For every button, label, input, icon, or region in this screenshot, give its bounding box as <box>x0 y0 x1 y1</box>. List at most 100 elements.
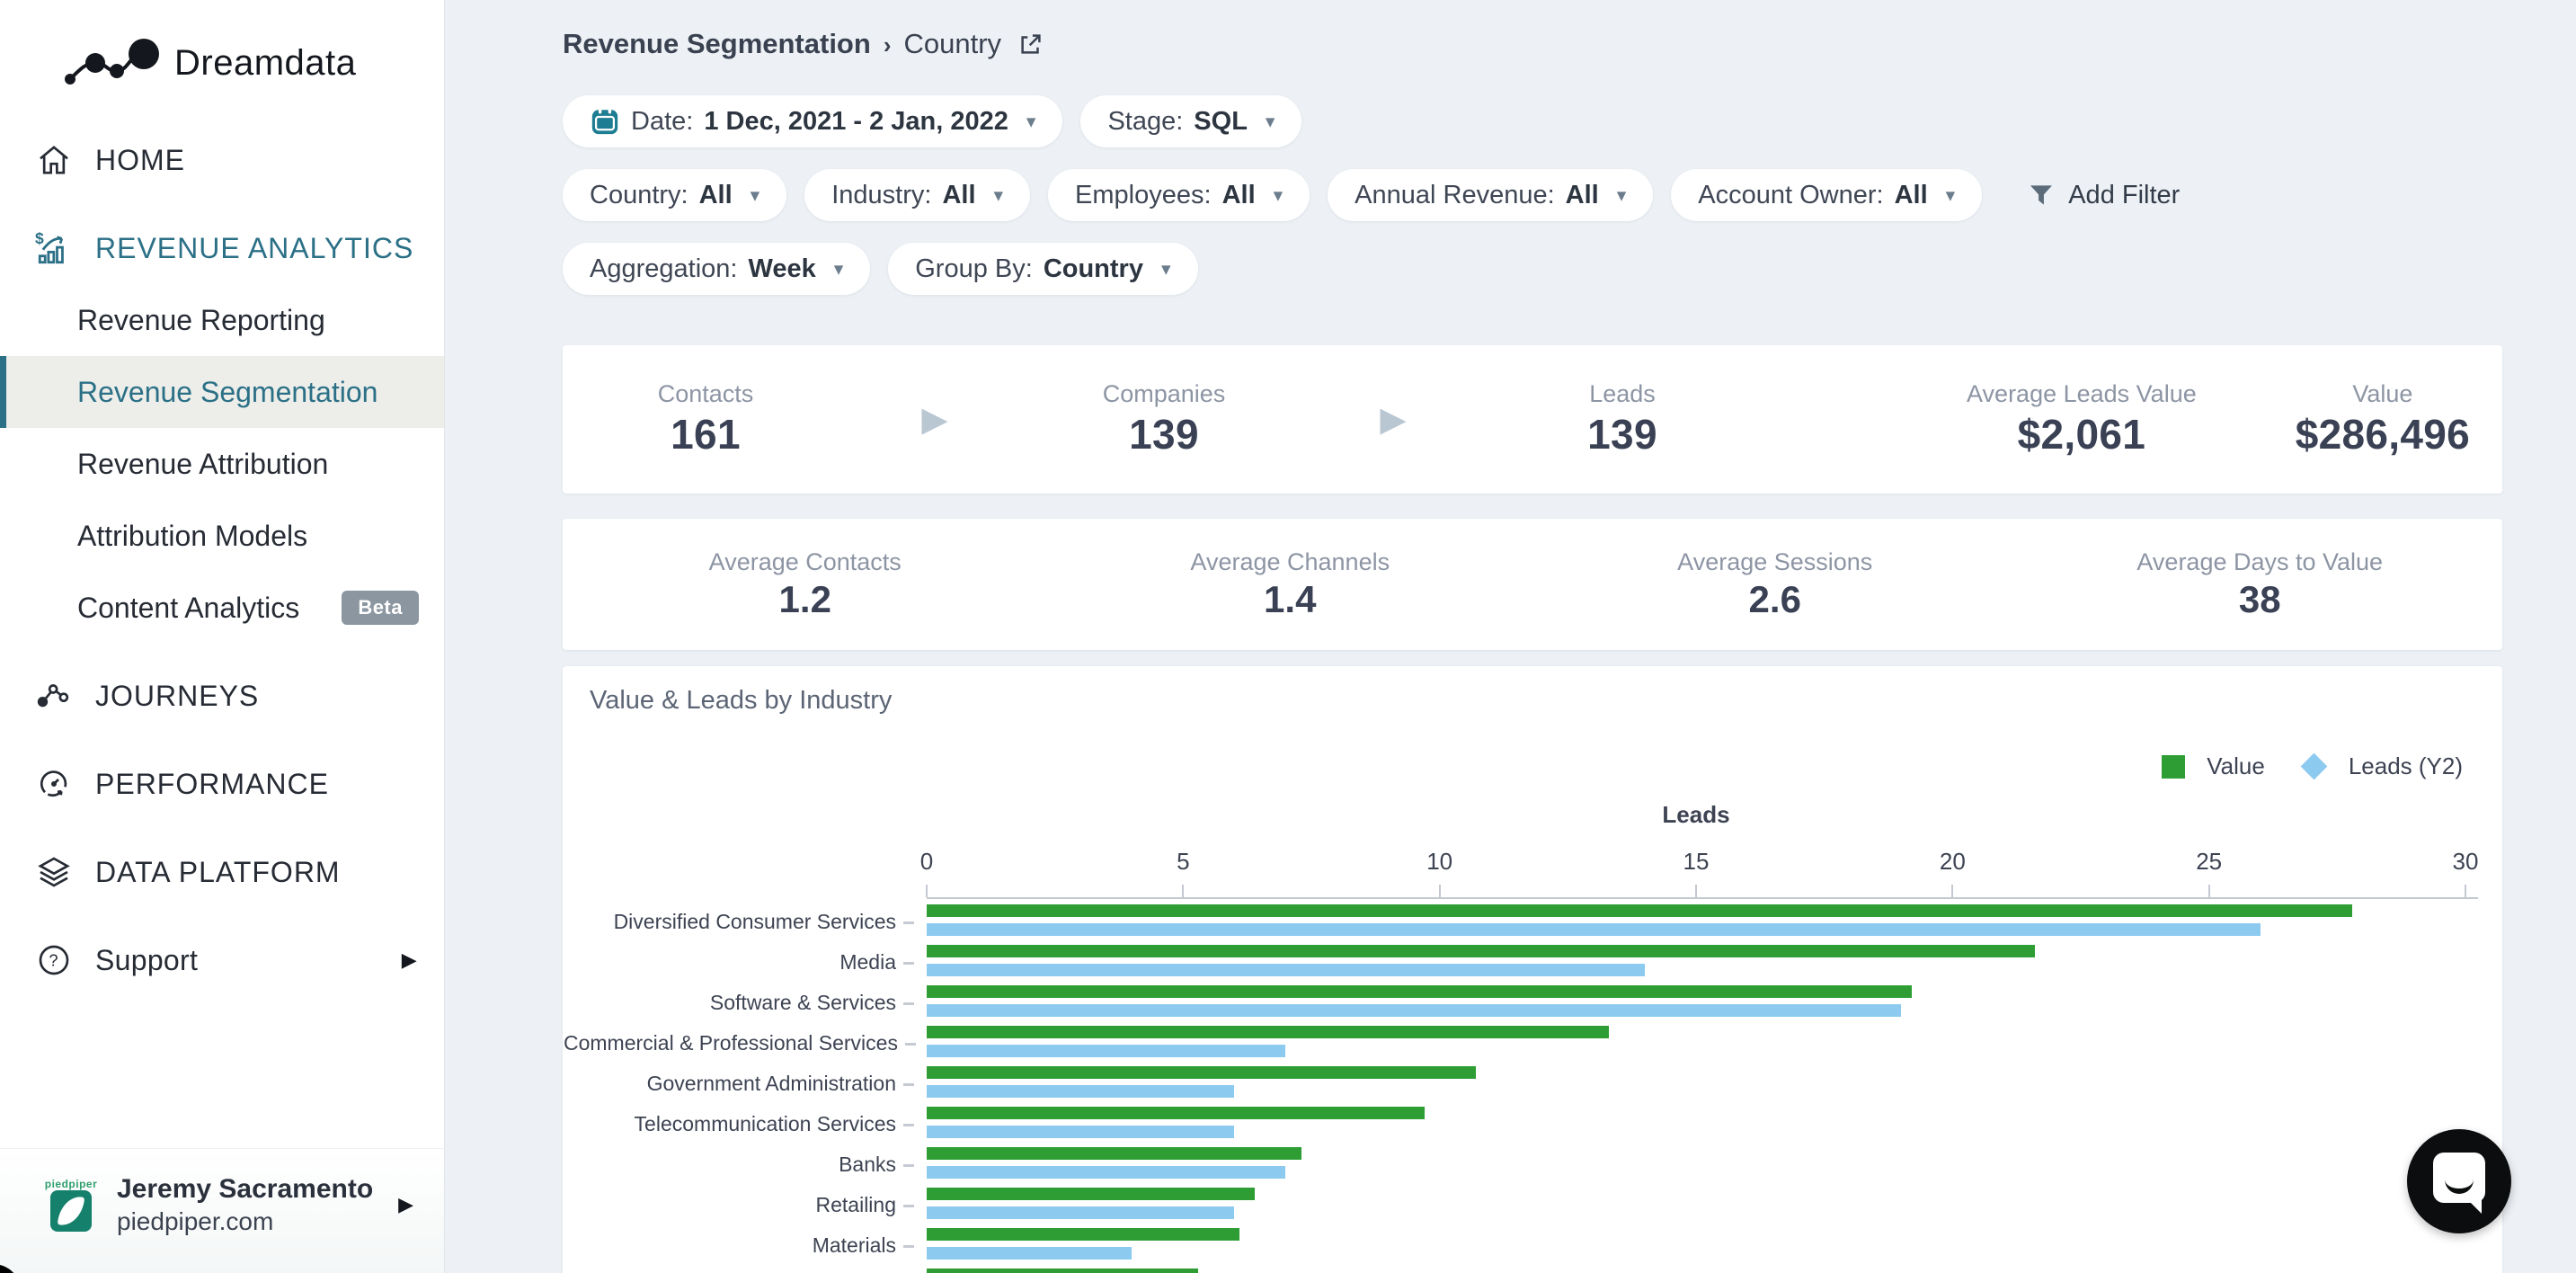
industry-filter[interactable]: Industry: All ▾ <box>804 169 1030 221</box>
chart-row: Government Administration <box>927 1064 2465 1104</box>
user-name: Jeremy Sacramento <box>117 1172 373 1206</box>
chevron-down-icon: ▾ <box>1274 184 1284 207</box>
chat-launcher-button[interactable] <box>2407 1129 2511 1233</box>
sidebar-item-revenue-reporting[interactable]: Revenue Reporting <box>0 284 444 356</box>
sidebar-subitem-label: Attribution Models <box>77 520 307 553</box>
leads-bar[interactable] <box>927 1004 1901 1017</box>
add-filter-button[interactable]: Add Filter <box>2021 180 2185 211</box>
leads-bar[interactable] <box>927 964 1645 976</box>
chart-row: Consumer Services <box>927 1266 2465 1273</box>
sidebar-subitem-label: Content Analytics <box>77 592 299 625</box>
external-link-icon[interactable] <box>1017 31 1044 58</box>
filter-label: Account Owner: <box>1698 181 1883 210</box>
chart-title: Value & Leads by Industry <box>590 686 892 716</box>
leads-bar[interactable] <box>927 1247 1132 1260</box>
x-axis-tickmarks <box>927 885 2465 897</box>
support-icon: ? <box>34 940 74 980</box>
breadcrumb-parent[interactable]: Revenue Segmentation <box>563 28 871 60</box>
sidebar-item-label: Support <box>95 944 198 977</box>
date-filter[interactable]: Date: 1 Dec, 2021 - 2 Jan, 2022 ▾ <box>563 95 1062 147</box>
user-account[interactable]: piedpiper Jeremy Sacramento piedpiper.co… <box>0 1148 444 1273</box>
leads-bar[interactable] <box>927 1045 1285 1057</box>
kpi-value: 139 <box>1587 410 1657 458</box>
sidebar-item-content-analytics[interactable]: Content Analytics Beta <box>0 572 444 644</box>
user-info: Jeremy Sacramento piedpiper.com <box>117 1172 373 1237</box>
filter-value: All <box>1566 181 1599 210</box>
value-bar[interactable] <box>927 1228 1239 1241</box>
chart-category-label: Commercial & Professional Services <box>564 1023 914 1064</box>
chevron-down-icon: ▾ <box>1946 184 1956 207</box>
chart-row: Telecommunication Services <box>927 1104 2465 1144</box>
annual-revenue-filter[interactable]: Annual Revenue: All ▾ <box>1328 169 1653 221</box>
add-filter-label: Add Filter <box>2068 181 2180 210</box>
filter-value: SQL <box>1194 107 1248 137</box>
leads-bar[interactable] <box>927 1206 1234 1219</box>
leads-bar[interactable] <box>927 923 2261 936</box>
sidebar-item-label: HOME <box>95 144 185 177</box>
value-bar[interactable] <box>927 1026 1609 1038</box>
value-bar[interactable] <box>927 904 2352 917</box>
sidebar-item-revenue-attribution[interactable]: Revenue Attribution <box>0 428 444 500</box>
journeys-icon <box>34 676 74 716</box>
expand-arrow-icon[interactable]: ▶ <box>402 948 417 972</box>
leads-bar[interactable] <box>927 1166 1285 1179</box>
sidebar-item-support[interactable]: ? Support ▶ <box>0 924 444 996</box>
value-bar[interactable] <box>927 1188 1255 1200</box>
user-menu-arrow-icon[interactable]: ▶ <box>398 1193 413 1216</box>
employees-filter[interactable]: Employees: All ▾ <box>1048 169 1310 221</box>
kpi-value: 1.2 <box>779 578 831 621</box>
x-axis-tickmark <box>2208 885 2210 897</box>
sidebar-item-label: JOURNEYS <box>95 680 259 713</box>
kpi-label: Average Days to Value <box>2136 548 2383 576</box>
leads-bar[interactable] <box>927 1126 1234 1138</box>
breadcrumb-separator: › <box>884 31 892 59</box>
chevron-down-icon: ▾ <box>751 184 760 207</box>
legend-value-label[interactable]: Value <box>2207 752 2265 780</box>
main-content: Revenue Segmentation › Country Date: 1 D… <box>445 0 2576 1273</box>
account-owner-filter[interactable]: Account Owner: All ▾ <box>1671 169 1982 221</box>
value-bar[interactable] <box>927 985 1912 998</box>
kpi-label: Average Channels <box>1190 548 1390 576</box>
country-filter[interactable]: Country: All ▾ <box>563 169 786 221</box>
value-bar[interactable] <box>927 1269 1198 1273</box>
sidebar-item-data-platform[interactable]: DATA PLATFORM <box>0 836 444 908</box>
legend-leads-label[interactable]: Leads (Y2) <box>2349 752 2463 780</box>
filter-value: All <box>942 181 975 210</box>
breadcrumb: Revenue Segmentation › Country <box>563 23 2502 65</box>
svg-text:$: $ <box>35 229 45 247</box>
sidebar-item-attribution-models[interactable]: Attribution Models <box>0 500 444 572</box>
leads-bar[interactable] <box>927 1085 1234 1098</box>
group-by-filter[interactable]: Group By: Country ▾ <box>888 243 1197 295</box>
value-bar[interactable] <box>927 945 2035 957</box>
kpi-label: Average Sessions <box>1677 548 1872 576</box>
sidebar-item-label: REVENUE ANALYTICS <box>95 232 413 265</box>
kpi-value: 139 <box>1129 410 1199 458</box>
value-bar[interactable] <box>927 1147 1301 1160</box>
value-leads-by-industry-chart: Value & Leads by Industry Value Leads (Y… <box>563 666 2502 1273</box>
x-axis-ticks: 051015202530 <box>927 848 2465 878</box>
kpi-label: Average Contacts <box>709 548 902 576</box>
filter-label: Annual Revenue: <box>1355 181 1555 210</box>
value-bar[interactable] <box>927 1107 1425 1119</box>
sidebar-item-revenue-analytics[interactable]: $ REVENUE ANALYTICS <box>0 212 444 284</box>
x-axis-title: Leads <box>927 801 2465 829</box>
kpi-label: Contacts <box>658 380 754 408</box>
stage-filter[interactable]: Stage: SQL ▾ <box>1080 95 1301 147</box>
dreamdata-logo: Dreamdata <box>63 38 444 88</box>
sidebar-item-performance[interactable]: PERFORMANCE <box>0 748 444 820</box>
x-axis-tick-label: 20 <box>1940 848 1966 876</box>
x-axis-tickmark <box>926 885 928 897</box>
x-axis-line <box>927 897 2478 899</box>
chart-plot: Diversified Consumer ServicesMediaSoftwa… <box>927 902 2465 1273</box>
funnel-icon <box>2027 181 2056 209</box>
sidebar-item-home[interactable]: HOME <box>0 124 444 196</box>
aggregation-filter[interactable]: Aggregation: Week ▾ <box>563 243 870 295</box>
kpi-averages-card: Average Contacts 1.2 Average Channels 1.… <box>563 519 2502 650</box>
value-bar[interactable] <box>927 1066 1476 1079</box>
chat-bubble-icon <box>2433 1153 2485 1210</box>
chevron-down-icon: ▾ <box>1161 258 1171 280</box>
chevron-down-icon: ▾ <box>994 184 1004 207</box>
sidebar-item-revenue-segmentation[interactable]: Revenue Segmentation <box>0 356 444 428</box>
sidebar-item-journeys[interactable]: JOURNEYS <box>0 660 444 732</box>
filter-row-1: Date: 1 Dec, 2021 - 2 Jan, 2022 ▾ Stage:… <box>563 95 2502 147</box>
